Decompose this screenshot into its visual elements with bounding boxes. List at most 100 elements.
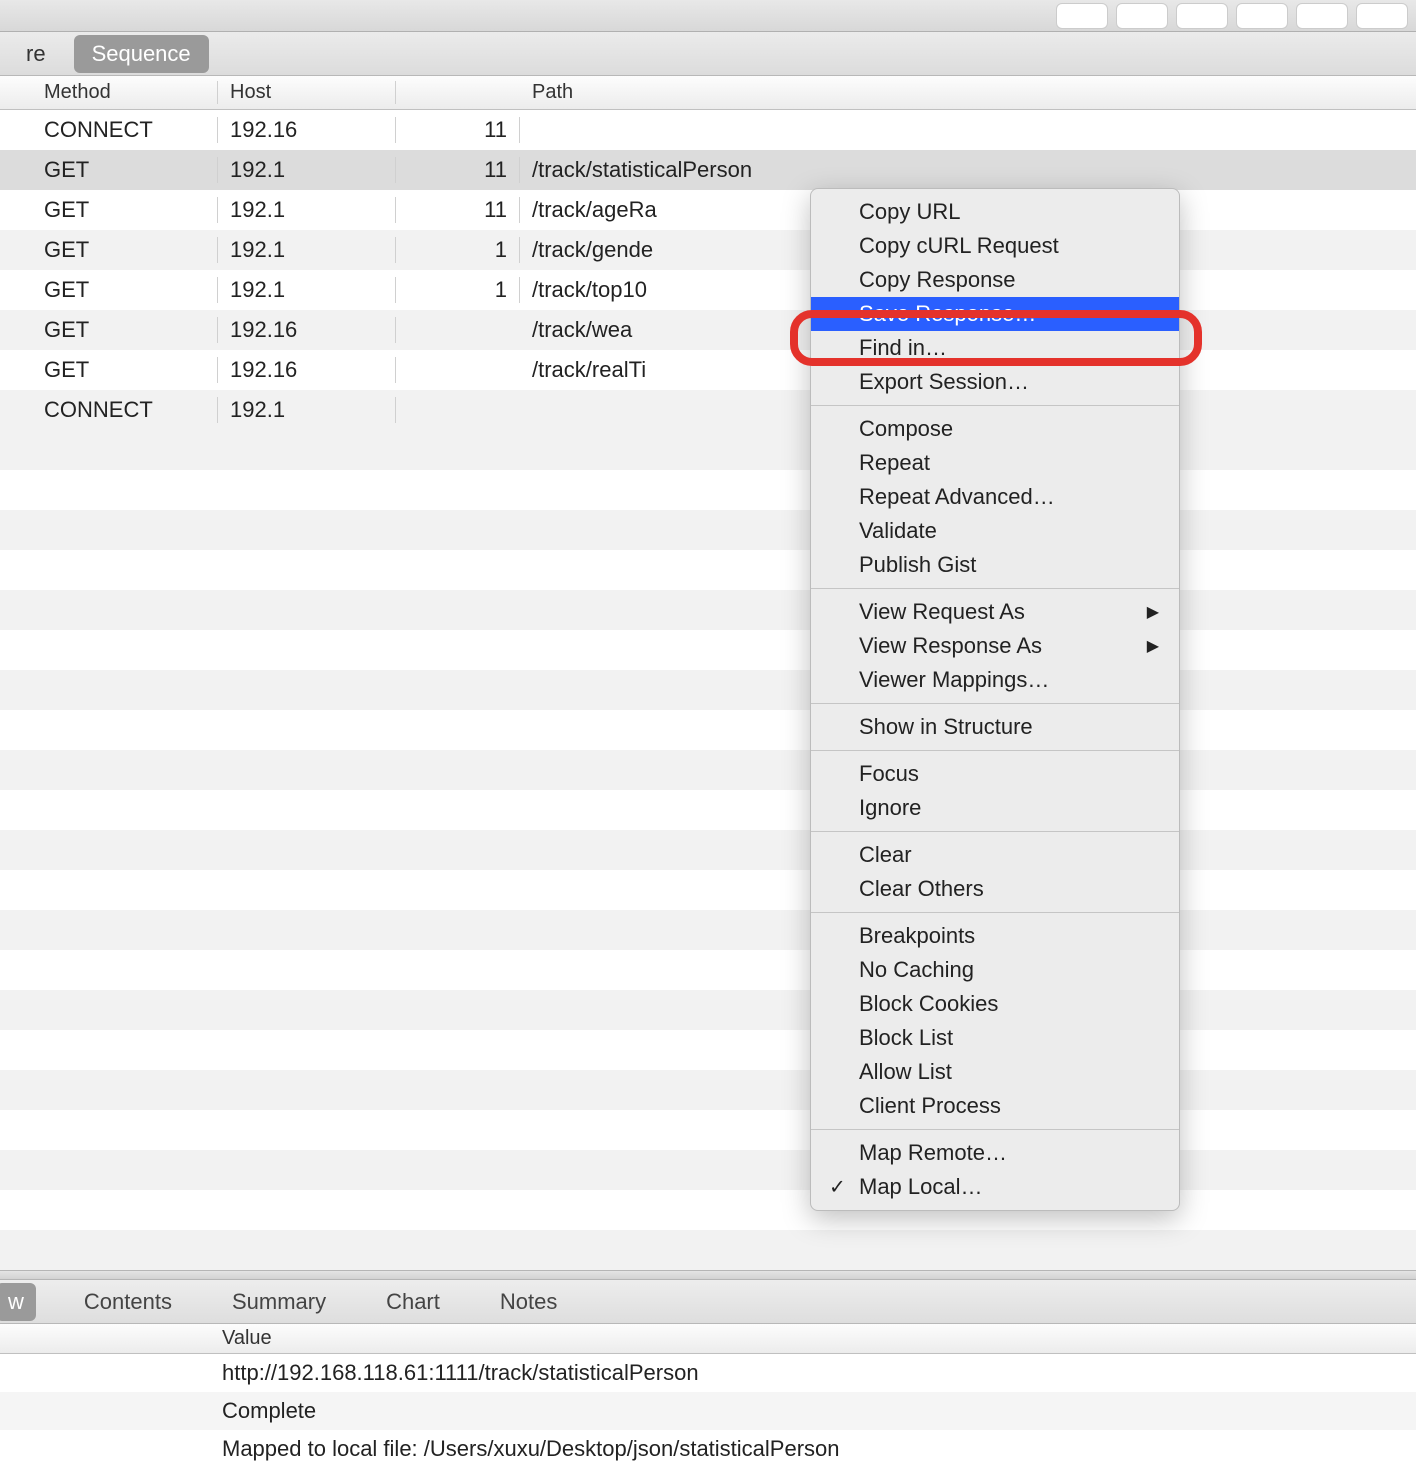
view-tabs: re Sequence [0,32,1416,76]
detail-row[interactable]: Mapped to local file: /Users/xuxu/Deskto… [0,1430,1416,1468]
column-host[interactable]: Host [218,81,396,104]
menu-item-focus[interactable]: Focus [811,757,1179,791]
empty-row [0,550,1416,590]
menu-item-ignore[interactable]: Ignore [811,791,1179,825]
menu-item-block-cookies[interactable]: Block Cookies [811,987,1179,1021]
menu-item-view-request-as[interactable]: View Request As▶ [811,595,1179,629]
menu-separator [811,912,1179,913]
empty-row [0,1190,1416,1230]
menu-item-copy-url[interactable]: Copy URL [811,195,1179,229]
toolbar-button[interactable] [1356,3,1408,29]
menu-item-publish-gist[interactable]: Publish Gist [811,548,1179,582]
toolbar-button[interactable] [1176,3,1228,29]
empty-row [0,950,1416,990]
detail-row[interactable]: http://192.168.118.61:1111/track/statist… [0,1354,1416,1392]
table-row[interactable]: GET192.111/track/statisticalPerson [0,150,1416,190]
tab-structure[interactable]: re [8,35,64,73]
cell-path: /track/statisticalPerson [520,157,1416,183]
menu-item-validate[interactable]: Validate [811,514,1179,548]
menu-item-show-in-structure[interactable]: Show in Structure [811,710,1179,744]
cell-port: 11 [396,197,520,223]
cell-host: 192.1 [218,197,396,223]
cell-method: GET [0,277,218,303]
detail-name [0,1436,210,1462]
table-row[interactable]: CONNECT192.1611 [0,110,1416,150]
cell-port: 11 [396,157,520,183]
cell-port: 1 [396,277,520,303]
menu-item-view-response-as[interactable]: View Response As▶ [811,629,1179,663]
toolbar-button[interactable] [1056,3,1108,29]
menu-separator [811,750,1179,751]
toolbar-button[interactable] [1296,3,1348,29]
empty-row [0,630,1416,670]
tab-chart[interactable]: Chart [374,1283,452,1321]
cell-host: 192.1 [218,237,396,263]
toolbar-button[interactable] [1236,3,1288,29]
menu-item-repeat-advanced[interactable]: Repeat Advanced… [811,480,1179,514]
cell-host: 192.1 [218,277,396,303]
menu-item-copy-curl-request[interactable]: Copy cURL Request [811,229,1179,263]
menu-item-clear-others[interactable]: Clear Others [811,872,1179,906]
empty-row [0,1230,1416,1270]
submenu-arrow-icon: ▶ [1147,602,1159,622]
detail-tabs: w Contents Summary Chart Notes [0,1280,1416,1324]
menu-separator [811,1129,1179,1130]
menu-item-compose[interactable]: Compose [811,412,1179,446]
detail-col-value[interactable]: Value [210,1327,1416,1350]
tab-contents[interactable]: Contents [72,1283,184,1321]
tab-summary[interactable]: Summary [220,1283,338,1321]
table-row[interactable]: GET192.11/track/gende [0,230,1416,270]
empty-row [0,830,1416,870]
table-row[interactable]: GET192.16/track/wea [0,310,1416,350]
detail-name [0,1360,210,1386]
table-row[interactable]: CONNECT192.1 [0,390,1416,430]
menu-separator [811,405,1179,406]
tab-overview[interactable]: w [0,1283,36,1321]
cell-method: CONNECT [0,397,218,423]
menu-item-map-local[interactable]: Map Local…✓ [811,1170,1179,1204]
toolbar-button[interactable] [1116,3,1168,29]
empty-row [0,1150,1416,1190]
menu-item-breakpoints[interactable]: Breakpoints [811,919,1179,953]
column-path[interactable]: Path [520,81,1416,104]
menu-separator [811,703,1179,704]
menu-item-repeat[interactable]: Repeat [811,446,1179,480]
detail-value: http://192.168.118.61:1111/track/statist… [210,1360,1416,1386]
detail-header: Value [0,1324,1416,1354]
detail-value: Complete [210,1398,1416,1424]
menu-item-export-session[interactable]: Export Session… [811,365,1179,399]
menu-item-map-remote[interactable]: Map Remote… [811,1136,1179,1170]
menu-item-block-list[interactable]: Block List [811,1021,1179,1055]
tab-notes[interactable]: Notes [488,1283,569,1321]
context-menu: Copy URLCopy cURL RequestCopy ResponseSa… [810,188,1180,1211]
pane-divider[interactable] [0,1270,1416,1280]
menu-item-find-in[interactable]: Find in… [811,331,1179,365]
menu-item-no-caching[interactable]: No Caching [811,953,1179,987]
menu-item-client-process[interactable]: Client Process [811,1089,1179,1123]
detail-body: http://192.168.118.61:1111/track/statist… [0,1354,1416,1468]
cell-method: GET [0,237,218,263]
detail-value: Mapped to local file: /Users/xuxu/Deskto… [210,1436,1416,1462]
detail-row[interactable]: Complete [0,1392,1416,1430]
table-row[interactable]: GET192.11/track/top10 [0,270,1416,310]
tab-sequence[interactable]: Sequence [74,35,209,73]
table-row[interactable]: GET192.16/track/realTi [0,350,1416,390]
cell-method: GET [0,357,218,383]
menu-separator [811,831,1179,832]
cell-port: 1 [396,237,520,263]
menu-item-copy-response[interactable]: Copy Response [811,263,1179,297]
empty-row [0,430,1416,470]
empty-row [0,710,1416,750]
empty-row [0,990,1416,1030]
menu-item-viewer-mappings[interactable]: Viewer Mappings… [811,663,1179,697]
menu-item-save-response[interactable]: Save Response… [811,297,1179,331]
menu-item-clear[interactable]: Clear [811,838,1179,872]
menu-item-allow-list[interactable]: Allow List [811,1055,1179,1089]
empty-row [0,670,1416,710]
table-row[interactable]: GET192.111/track/ageRa [0,190,1416,230]
menu-separator [811,588,1179,589]
cell-host: 192.1 [218,157,396,183]
empty-row [0,1110,1416,1150]
column-method[interactable]: Method [0,81,218,104]
empty-row [0,590,1416,630]
